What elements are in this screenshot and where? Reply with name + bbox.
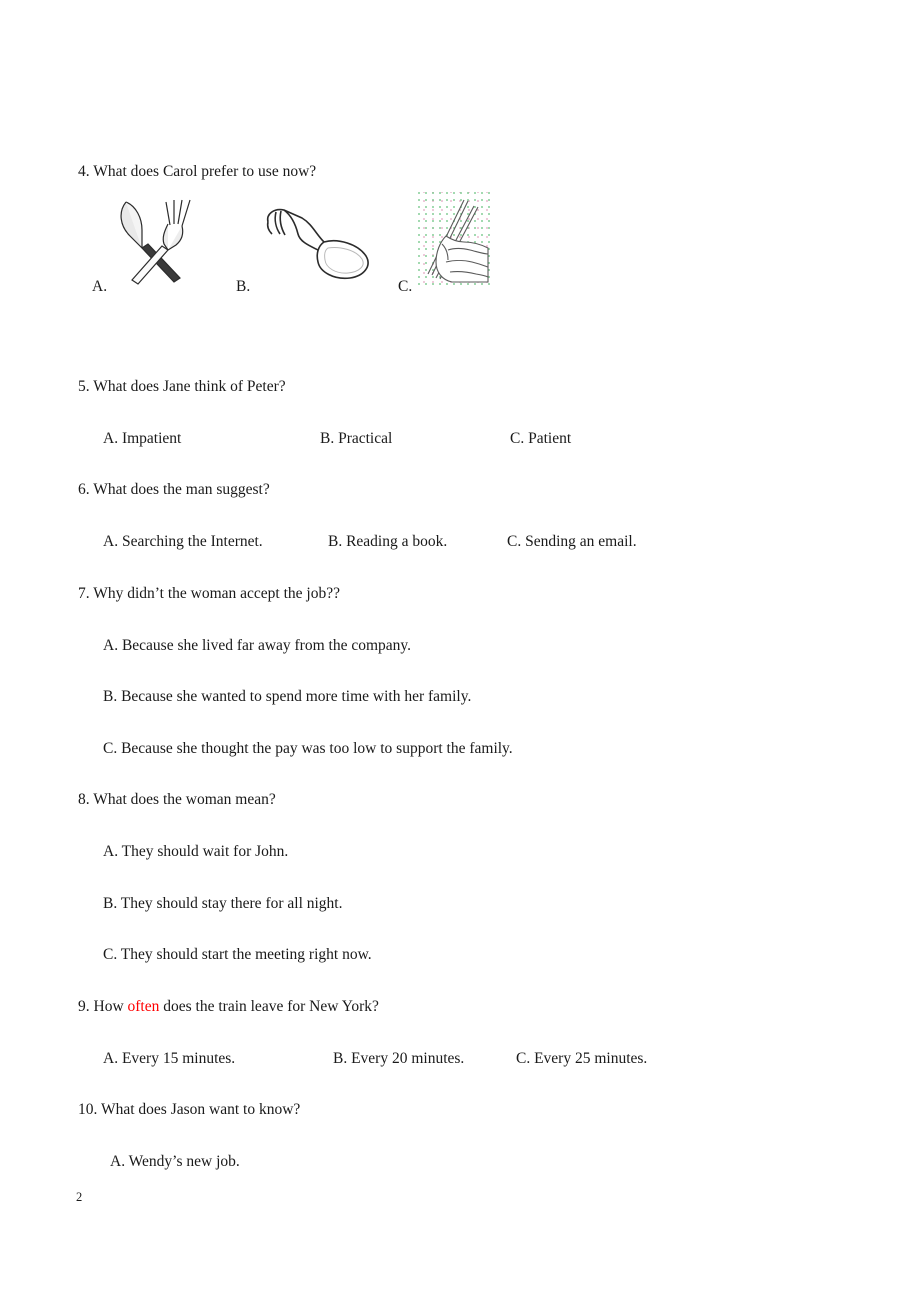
question-9-choice-b[interactable]: B. Every 20 minutes. — [333, 1050, 464, 1069]
question-8-choice-c[interactable]: C. They should start the meeting right n… — [103, 946, 372, 965]
question-9-stem-emphasis: often — [127, 998, 160, 1015]
question-7-choice-c[interactable]: C. Because she thought the pay was too l… — [103, 740, 513, 759]
question-8-choice-b[interactable]: B. They should stay there for all night. — [103, 895, 343, 914]
question-4-choice-c[interactable]: C. — [398, 190, 508, 302]
question-7-choice-a[interactable]: A. Because she lived far away from the c… — [103, 637, 411, 656]
question-4-choice-b-label: B. — [236, 278, 251, 295]
question-7-choice-b[interactable]: B. Because she wanted to spend more time… — [103, 688, 471, 707]
question-6-choice-a[interactable]: A. Searching the Internet. — [103, 533, 263, 552]
question-5-choice-a[interactable]: A. Impatient — [103, 430, 181, 449]
question-4-choice-images: A. B. C. — [0, 190, 920, 305]
question-7-stem: 7. Why didn’t the woman accept the job?? — [78, 585, 340, 602]
question-5-choice-c[interactable]: C. Patient — [510, 430, 571, 449]
question-4-choice-a[interactable]: A. — [92, 190, 212, 302]
question-9-choice-a[interactable]: A. Every 15 minutes. — [103, 1050, 235, 1069]
question-5-stem: 5. What does Jane think of Peter? — [78, 378, 286, 395]
question-9-stem: 9. How often does the train leave for Ne… — [78, 998, 379, 1017]
question-6-choice-b[interactable]: B. Reading a book. — [328, 533, 447, 552]
page-number: 2 — [76, 1190, 83, 1204]
question-6-stem: 6. What does the man suggest? — [78, 481, 270, 498]
hand-holding-chopsticks-icon — [418, 192, 498, 297]
question-9-stem-after: does the train leave for New York? — [159, 998, 379, 1015]
question-9-choice-c[interactable]: C. Every 25 minutes. — [516, 1050, 647, 1069]
question-8-choice-a[interactable]: A. They should wait for John. — [103, 843, 288, 862]
question-9-stem-before: 9. How — [78, 998, 128, 1015]
question-8-stem: 8. What does the woman mean? — [78, 791, 276, 808]
question-4-choice-c-label: C. — [398, 278, 413, 295]
question-4-choice-a-label: A. — [92, 278, 108, 295]
question-4-stem: 4. What does Carol prefer to use now? — [78, 163, 317, 180]
knife-and-fork-icon — [112, 192, 204, 297]
question-10-stem: 10. What does Jason want to know? — [78, 1101, 301, 1118]
question-5-choice-b[interactable]: B. Practical — [320, 430, 392, 449]
question-6-choice-c[interactable]: C. Sending an email. — [507, 533, 637, 552]
spoon-icon — [258, 200, 386, 293]
question-10-choice-a[interactable]: A. Wendy’s new job. — [110, 1153, 240, 1172]
document-page: 4. What does Carol prefer to use now? A. — [0, 0, 920, 1302]
question-4-choice-b[interactable]: B. — [236, 190, 391, 302]
